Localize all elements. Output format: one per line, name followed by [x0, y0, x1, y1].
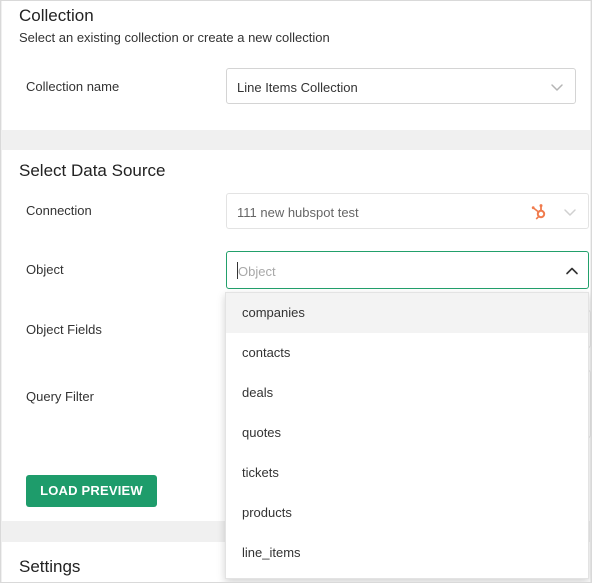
object-placeholder: Object: [238, 264, 276, 279]
chevron-down-icon: [551, 84, 563, 91]
dropdown-option[interactable]: quotes: [226, 413, 588, 453]
data-source-title: Select Data Source: [19, 161, 166, 180]
object-fields-label: Object Fields: [26, 322, 102, 337]
chevron-up-icon[interactable]: [564, 263, 580, 279]
load-preview-button[interactable]: LOAD PREVIEW: [26, 475, 157, 507]
dropdown-option[interactable]: contacts: [226, 333, 588, 373]
hubspot-icon: [531, 204, 546, 220]
dropdown-option[interactable]: line_items: [226, 533, 588, 573]
settings-title: Settings: [19, 557, 81, 576]
collection-name-select[interactable]: Line Items Collection: [226, 68, 576, 104]
dropdown-option[interactable]: products: [226, 493, 588, 533]
collection-title: Collection: [19, 6, 94, 25]
chevron-down-icon: [564, 209, 576, 216]
object-dropdown-menu: companies contacts deals quotes tickets …: [225, 292, 589, 579]
connection-value: 111 new hubspot test: [237, 205, 359, 220]
query-filter-label: Query Filter: [26, 389, 94, 404]
connection-select[interactable]: 111 new hubspot test: [226, 193, 589, 229]
dropdown-option[interactable]: tickets: [226, 453, 588, 493]
collection-name-label: Collection name: [26, 79, 120, 94]
collection-card: Collection Select an existing collection…: [2, 1, 590, 130]
object-label: Object: [26, 262, 64, 277]
object-select[interactable]: Object: [226, 251, 589, 289]
connection-label: Connection: [26, 203, 92, 218]
dropdown-option[interactable]: companies: [226, 293, 588, 333]
collection-name-value: Line Items Collection: [237, 80, 358, 95]
dropdown-option[interactable]: deals: [226, 373, 588, 413]
collection-subtitle: Select an existing collection or create …: [19, 30, 330, 45]
page-frame: Collection Select an existing collection…: [0, 0, 592, 583]
